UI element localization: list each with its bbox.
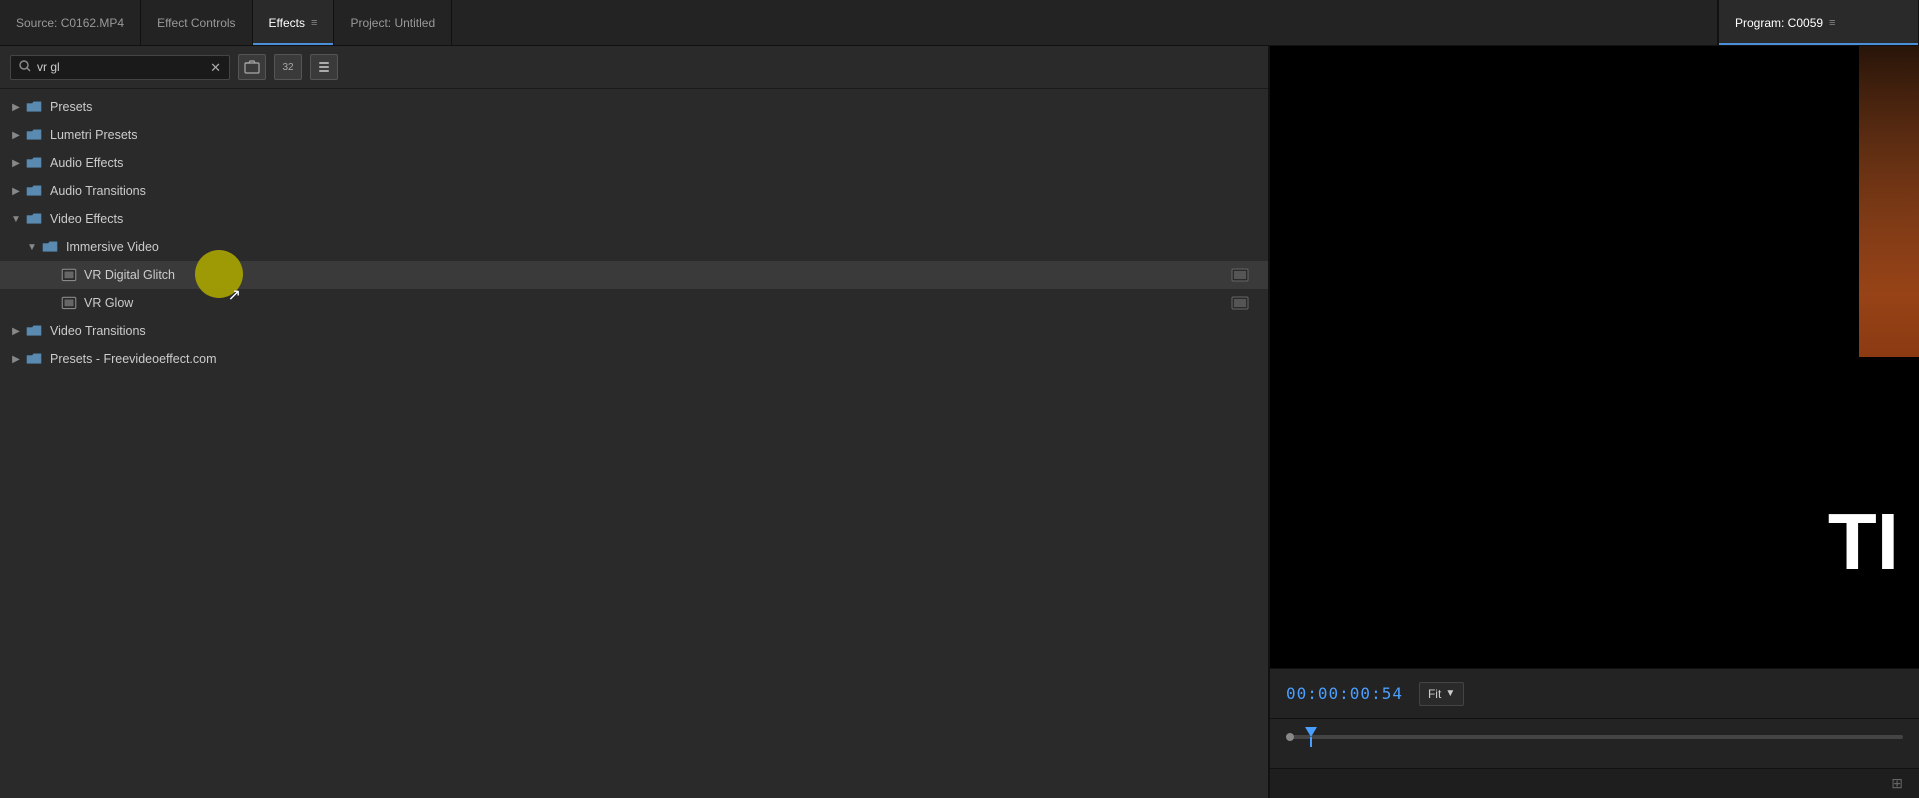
expand-icon: ▶: [8, 102, 24, 113]
preview-text: TI: [1828, 496, 1899, 588]
tab-program-label: Program: C0059: [1735, 16, 1823, 30]
scrubber-line: [1310, 737, 1312, 747]
bottom-icon: ⊞: [1891, 775, 1903, 792]
bottom-bar: ⊞: [1270, 768, 1919, 798]
effects-panel: ✕ 32 ▶: [0, 46, 1270, 798]
folder-icon: [24, 351, 44, 367]
preview-area: TI: [1270, 46, 1919, 668]
scrubber-marker: [1305, 727, 1317, 737]
tab-effect-controls[interactable]: Effect Controls: [141, 0, 252, 45]
item-label: Audio Transitions: [50, 184, 1260, 198]
fit-dropdown[interactable]: Fit ▼: [1419, 682, 1464, 706]
item-label: Presets - Freevideoeffect.com: [50, 352, 1260, 366]
expand-icon: ▼: [24, 242, 40, 253]
list-item[interactable]: ▼ Video Effects: [0, 205, 1268, 233]
effects-tree-list[interactable]: ▶ Presets ▶ Lumetri Presets: [0, 89, 1268, 798]
tab-project-label: Project: Untitled: [350, 16, 435, 30]
item-label: Lumetri Presets: [50, 128, 1260, 142]
folder-icon: [40, 239, 60, 255]
folder-icon: [24, 155, 44, 171]
clear-search-button[interactable]: ✕: [210, 61, 221, 74]
list-item[interactable]: ▶ Presets: [0, 93, 1268, 121]
timeline-controls: 00:00:00:54 Fit ▼: [1270, 668, 1919, 718]
right-panel-tabs: Program: C0059 ≡: [1717, 0, 1919, 45]
tab-effects[interactable]: Effects ≡: [253, 0, 335, 45]
effect-icon: [60, 267, 78, 283]
list-item[interactable]: ▶ Audio Transitions: [0, 177, 1268, 205]
list-item[interactable]: VR Glow: [0, 289, 1268, 317]
list-item[interactable]: ▼ Immersive Video: [0, 233, 1268, 261]
search-bar: ✕ 32: [0, 46, 1268, 89]
list-item[interactable]: VR Digital Glitch: [0, 261, 1268, 289]
list-item[interactable]: ▶ Presets - Freevideoeffect.com: [0, 345, 1268, 373]
item-label: Video Effects: [50, 212, 1260, 226]
tab-effect-controls-label: Effect Controls: [157, 16, 235, 30]
dropdown-arrow-icon: ▼: [1445, 688, 1455, 699]
tab-bar: Source: C0162.MP4 Effect Controls Effect…: [0, 0, 1919, 46]
badge-button[interactable]: 32: [274, 54, 302, 80]
item-label: VR Digital Glitch: [84, 268, 1228, 282]
search-input[interactable]: [37, 60, 204, 74]
expand-icon: ▼: [8, 214, 24, 225]
effect-badge: [1228, 294, 1252, 312]
list-view-button[interactable]: [310, 54, 338, 80]
expand-icon: ▶: [8, 130, 24, 141]
item-label: Video Transitions: [50, 324, 1260, 338]
scrubber-area: [1270, 718, 1919, 768]
main-layout: ✕ 32 ▶: [0, 46, 1919, 798]
search-icon: [19, 60, 31, 75]
effect-badge: [1228, 266, 1252, 284]
scrubber-handle[interactable]: [1305, 727, 1317, 747]
folder-icon: [24, 211, 44, 227]
scrubber-dot: [1286, 733, 1294, 741]
tab-program-menu-icon[interactable]: ≡: [1829, 17, 1835, 29]
tab-project[interactable]: Project: Untitled: [334, 0, 452, 45]
item-label: VR Glow: [84, 296, 1228, 310]
item-label: Presets: [50, 100, 1260, 114]
effect-icon: [60, 295, 78, 311]
expand-icon: ▶: [8, 186, 24, 197]
preview-overlay: [1270, 46, 1919, 295]
list-item[interactable]: ▶ Lumetri Presets: [0, 121, 1268, 149]
tab-program[interactable]: Program: C0059 ≡: [1719, 0, 1919, 45]
search-wrapper[interactable]: ✕: [10, 55, 230, 80]
list-item[interactable]: ▶ Audio Effects: [0, 149, 1268, 177]
tab-effects-menu-icon[interactable]: ≡: [311, 17, 317, 29]
expand-icon: ▶: [8, 158, 24, 169]
tab-source-label: Source: C0162.MP4: [16, 16, 124, 30]
expand-icon: ▶: [8, 326, 24, 337]
list-item[interactable]: ▶ Video Transitions: [0, 317, 1268, 345]
tab-source[interactable]: Source: C0162.MP4: [0, 0, 141, 45]
badge-label: 32: [282, 62, 293, 73]
new-folder-button[interactable]: [238, 54, 266, 80]
folder-icon: [24, 127, 44, 143]
right-panel: TI 00:00:00:54 Fit ▼ ⊞: [1270, 46, 1919, 798]
folder-icon: [24, 183, 44, 199]
scrubber-bar[interactable]: [1286, 735, 1903, 739]
expand-icon: ▶: [8, 354, 24, 365]
item-label: Audio Effects: [50, 156, 1260, 170]
item-label: Immersive Video: [66, 240, 1260, 254]
folder-icon: [24, 99, 44, 115]
timecode-display: 00:00:00:54: [1286, 684, 1403, 703]
tab-effects-label: Effects: [269, 16, 305, 30]
folder-icon: [24, 323, 44, 339]
fit-label: Fit: [1428, 687, 1441, 701]
